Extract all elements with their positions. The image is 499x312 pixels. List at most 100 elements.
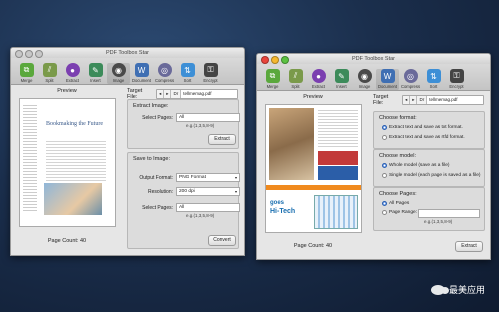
convert-button[interactable]: Convert (208, 235, 236, 246)
compress-icon: ◎ (403, 69, 418, 83)
target-file-path[interactable]: ◂ ▸ Dr tellmemag.pdf (155, 89, 238, 99)
resolution-value: 200 dpi (179, 189, 195, 194)
settings-panel: Target File: ◂ ▸ Dr tellmemag.pdf Choose… (373, 91, 485, 253)
resolution-select[interactable]: 200 dpi ▾ (176, 187, 240, 196)
toolbar-split-button[interactable]: ⫽ Split (38, 63, 61, 84)
image-select-pages-hint: e.g.(1,3,5,8-9) (186, 213, 215, 218)
toolbar-compress-button[interactable]: ◎ Compress (153, 63, 176, 84)
minimize-icon[interactable] (271, 56, 279, 64)
extract-icon: ● (65, 63, 80, 77)
chevron-down-icon: ▾ (234, 175, 237, 180)
toolbar-insert-button[interactable]: ✎ Insert (330, 69, 353, 90)
model-single-radio[interactable]: Single model (each page is saved as a fi… (382, 173, 480, 178)
path-file[interactable]: tellmemag.pdf (181, 90, 214, 98)
toolbar-extract-button[interactable]: ● Extract (307, 69, 330, 90)
minimize-icon[interactable] (25, 50, 33, 58)
image-select-pages-row: Select Pages: All (128, 203, 240, 212)
close-icon[interactable] (15, 50, 23, 58)
extract-image-title: Extract Image: (133, 103, 169, 109)
thumb-photo-top (269, 108, 314, 180)
split-icon: ⫽ (42, 63, 57, 77)
thumb-orange-stripe (266, 185, 361, 190)
choose-format-group: Choose format: Extract text and save as … (373, 111, 485, 149)
document-icon: W (380, 69, 395, 83)
toolbar-sort-button[interactable]: ⇅ Sort (422, 69, 445, 90)
toolbar-document-button[interactable]: W Document (130, 63, 153, 84)
format-rtfd-radio[interactable]: Extract text and save as rtfd format. (382, 135, 465, 140)
back-icon[interactable]: ◂ (156, 90, 165, 98)
toolbar-image-button[interactable]: ◉ Image (353, 69, 376, 90)
chat-bubble-icon (430, 284, 449, 295)
output-format-row: Output Format: PNG Format ▾ (128, 173, 240, 182)
toolbar-extract-button[interactable]: ● Extract (61, 63, 84, 84)
window-title: PDF Toolbox Star (105, 50, 149, 56)
extract-icon: ● (311, 69, 326, 83)
insert-icon: ✎ (88, 63, 103, 77)
path-file[interactable]: tellmemag.pdf (427, 96, 460, 104)
back-icon[interactable]: ◂ (402, 96, 411, 104)
right-titlebar: PDF Toolbox Star (257, 54, 490, 64)
window-title: PDF Toolbox Star (351, 56, 395, 62)
toolbar-merge-button[interactable]: ⧉ Merge (261, 69, 284, 90)
sort-icon: ⇅ (180, 63, 195, 77)
save-to-image-title: Save to Image: (133, 156, 170, 162)
toolbar-split-button[interactable]: ⫽ Split (284, 69, 307, 90)
format-txt-radio[interactable]: Extract text and save as txt format. (382, 125, 463, 130)
forward-icon[interactable]: ▸ (410, 96, 418, 104)
page-count: Page Count: 40 (293, 243, 333, 249)
left-window: PDF Toolbox Star ⧉ Merge ⫽ Split ● Extract … (10, 47, 245, 256)
toolbar-merge-button[interactable]: ⧉ Merge (15, 63, 38, 84)
image-select-pages-input[interactable]: All (176, 203, 240, 212)
radio-selected-icon (382, 201, 387, 206)
left-toolbar: ⧉ Merge ⫽ Split ● Extract ✎ Insert ◉ Image WD… (11, 58, 244, 85)
toolbar-sort-button[interactable]: ⇅ Sort (176, 63, 199, 84)
path-folder[interactable]: Dr (417, 96, 428, 104)
select-pages-label: Select Pages: (142, 114, 173, 121)
zoom-icon[interactable] (281, 56, 289, 64)
watermark: 最美应用 (430, 283, 485, 296)
page-range-input[interactable] (418, 209, 480, 218)
preview-thumbnail[interactable]: Bookmaking the Future (19, 98, 116, 227)
select-pages-input[interactable]: All (176, 113, 240, 122)
radio-unselected-icon (382, 210, 387, 215)
toolbar-insert-button[interactable]: ✎ Insert (84, 63, 107, 84)
extract-image-group: Extract Image: Select Pages: All e.g.(1,… (127, 99, 240, 149)
toolbar-compress-button[interactable]: ◎ Compress (399, 69, 422, 90)
thumb-chart-box (314, 195, 358, 229)
toolbar-image-button[interactable]: ◉ Image (107, 63, 130, 84)
preview-thumbnail[interactable]: goes Hi-Tech (265, 104, 362, 233)
target-file-path[interactable]: ◂ ▸ Dr tellmemag.pdf (401, 95, 484, 105)
radio-unselected-icon (382, 173, 387, 178)
thumb-body-text (46, 139, 106, 181)
thumb-hi-tech-text: Hi-Tech (270, 208, 296, 215)
choose-format-title: Choose format: (379, 115, 417, 121)
save-to-image-group: Save to Image: Output Format: PNG Format… (127, 152, 240, 249)
select-pages-hint: e.g.(1,3,5,8-9) (186, 123, 215, 128)
toolbar-encrypt-button[interactable]: ⚿ Encrypt (199, 63, 222, 84)
encrypt-icon: ⚿ (203, 63, 218, 77)
extract-button[interactable]: Extract (208, 134, 236, 145)
pages-range-radio[interactable]: Page Range: (382, 210, 417, 215)
output-format-value: PNG Format (179, 175, 206, 180)
toolbar-encrypt-button[interactable]: ⚿ Encrypt (445, 69, 468, 90)
pages-all-radio[interactable]: All Pages (382, 201, 409, 206)
forward-icon[interactable]: ▸ (164, 90, 172, 98)
merge-icon: ⧉ (19, 63, 34, 77)
output-format-select[interactable]: PNG Format ▾ (176, 173, 240, 182)
path-folder[interactable]: Dr (171, 90, 182, 98)
target-file-row: Target File: ◂ ▸ Dr tellmemag.pdf (373, 94, 484, 106)
target-file-label: Target File: (373, 94, 389, 106)
thumb-headline: Bookmaking the Future (46, 121, 103, 127)
toolbar-document-button[interactable]: W Document (376, 69, 399, 90)
close-icon[interactable] (261, 56, 269, 64)
thumb-sub-text: goes (270, 200, 285, 206)
resolution-row: Resolution: 200 dpi ▾ (128, 187, 240, 196)
thumb-column-left (23, 103, 37, 213)
page-range-hint: e.g.(1,3,5,8-9) (424, 219, 453, 224)
image-icon: ◉ (357, 69, 372, 83)
extract-text-button[interactable]: Extract (455, 241, 483, 252)
radio-selected-icon (382, 125, 387, 130)
select-pages-row: Select Pages: All (128, 113, 240, 122)
zoom-icon[interactable] (35, 50, 43, 58)
model-whole-radio[interactable]: Whole model (save as a file) (382, 163, 450, 168)
